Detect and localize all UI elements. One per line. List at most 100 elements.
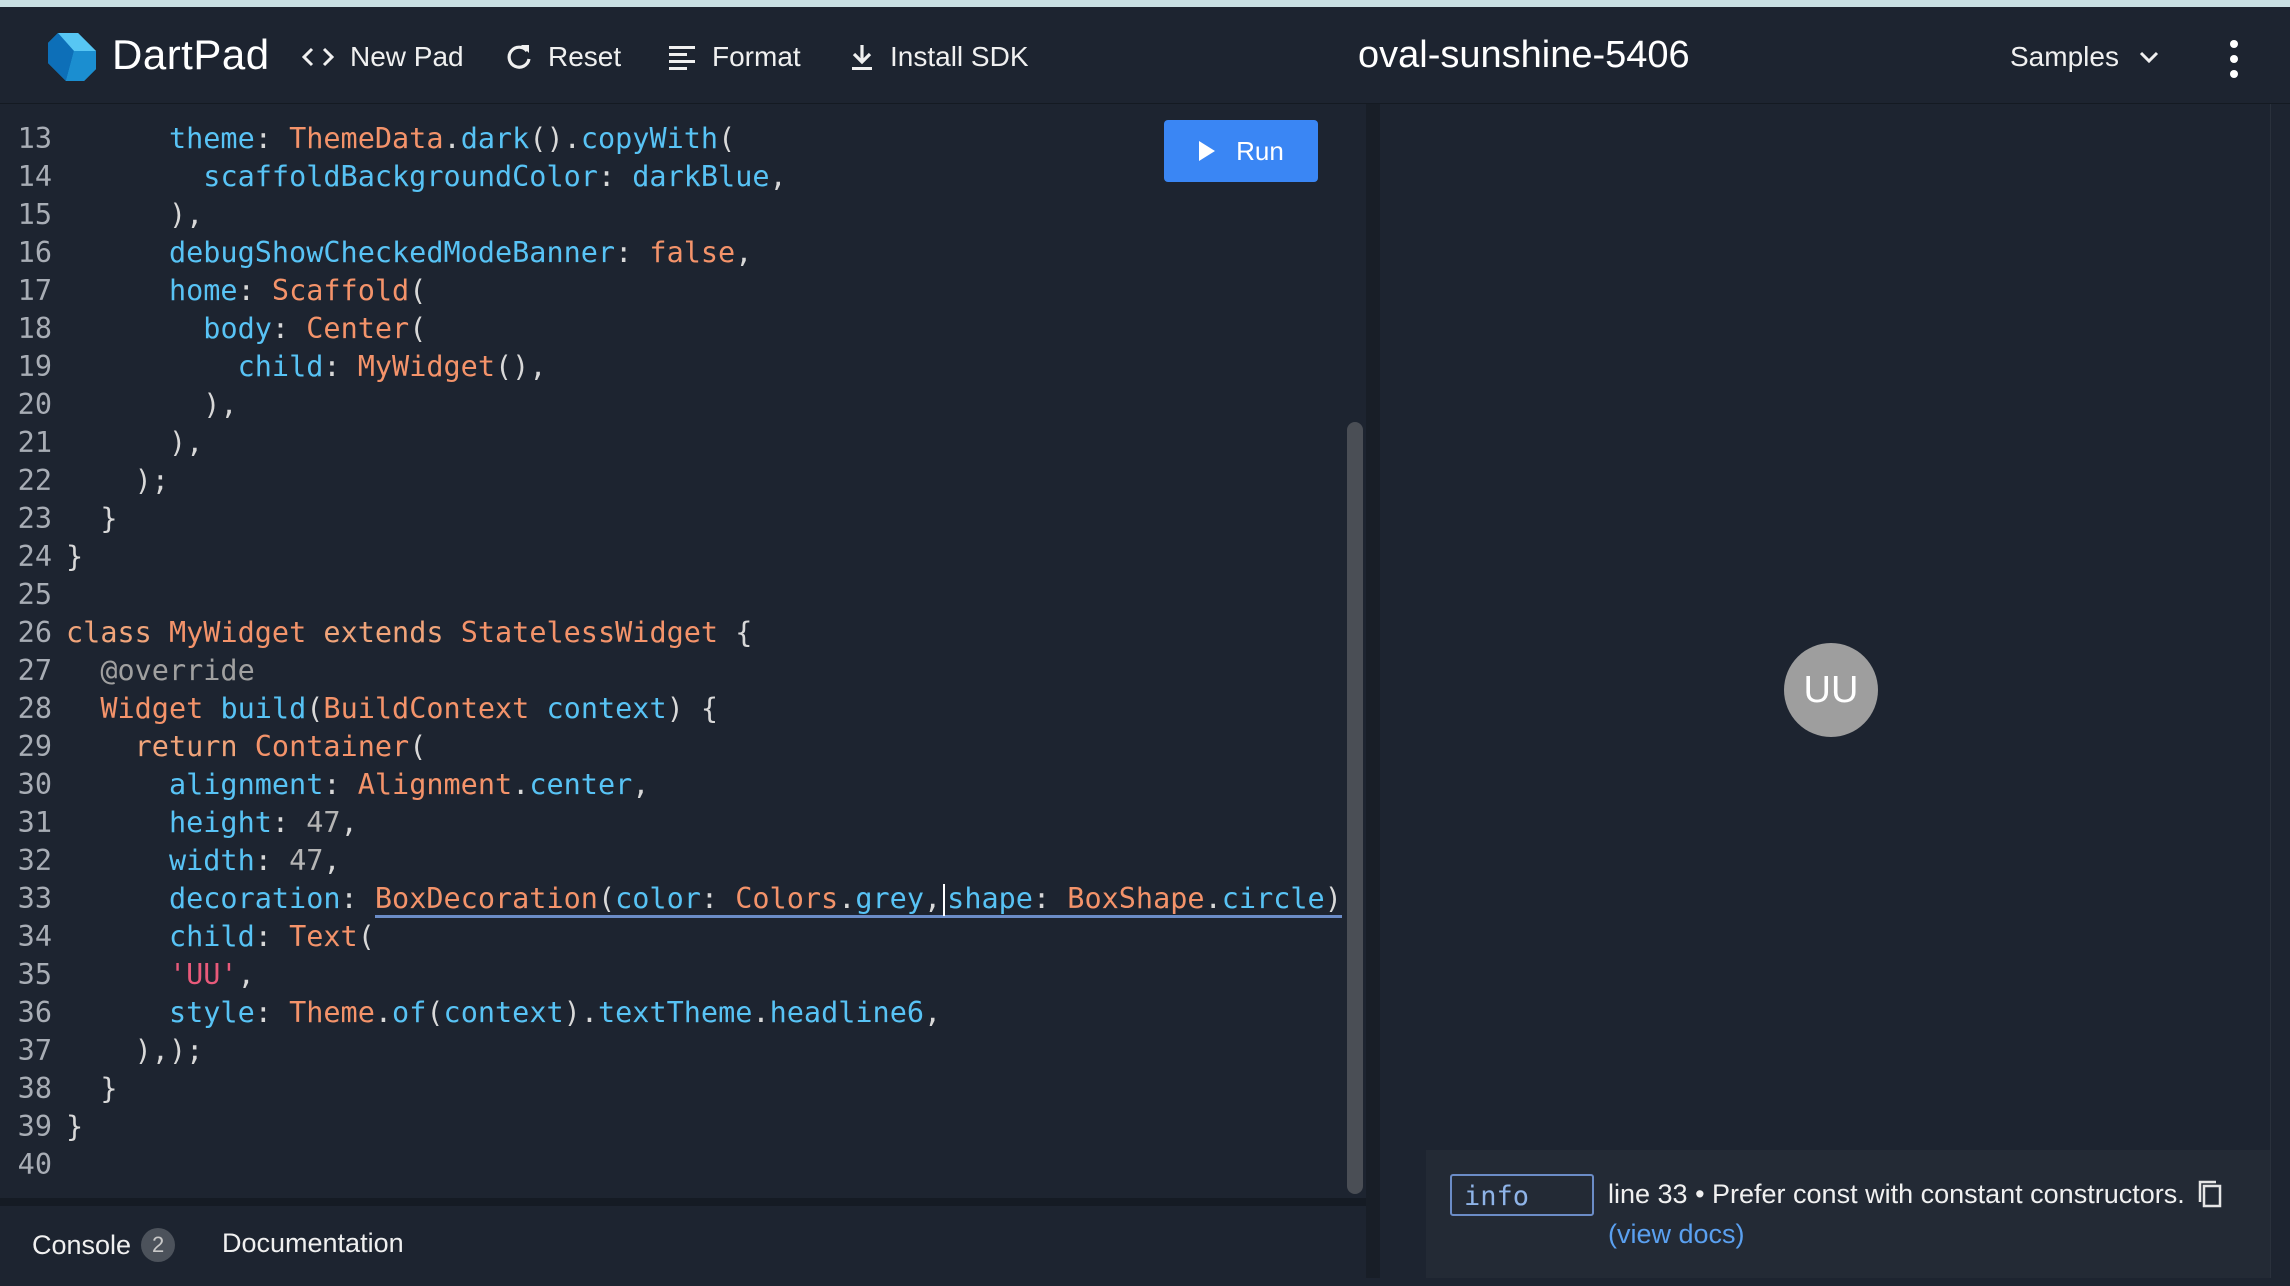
code-line: 25	[0, 576, 1359, 614]
line-number: 23	[17, 502, 52, 535]
line-number: 26	[17, 616, 52, 649]
new-pad-label: New Pad	[350, 41, 464, 72]
line-number: 13	[17, 122, 52, 155]
code-line: 30 alignment: Alignment.center,	[0, 766, 1359, 804]
code-line: 29 return Container(	[0, 728, 1359, 766]
line-number: 22	[17, 464, 52, 497]
split-divider[interactable]	[1366, 104, 1380, 1278]
uu-circle-avatar: UU	[1784, 643, 1878, 737]
refresh-icon	[507, 45, 531, 69]
line-number: 19	[17, 350, 52, 383]
download-icon	[852, 45, 872, 70]
view-docs-link[interactable]: (view docs)	[1608, 1219, 1745, 1249]
code-line: 33 decoration: BoxDecoration(color: Colo…	[0, 880, 1359, 918]
line-number: 38	[17, 1072, 52, 1105]
format-lines-icon	[669, 46, 695, 70]
line-number: 29	[17, 730, 52, 763]
line-number: 27	[17, 654, 52, 687]
line-number: 36	[17, 996, 52, 1029]
format-label: Format	[712, 41, 801, 72]
header: DartPad New Pad Reset Format Install SDK	[0, 7, 2290, 104]
issue-message: line 33 • Prefer const with constant con…	[1608, 1174, 2188, 1254]
code-line: 32 width: 47,	[0, 842, 1359, 880]
line-number: 28	[17, 692, 52, 725]
window-top-border	[0, 0, 2290, 7]
code-line: 31 height: 47,	[0, 804, 1359, 842]
documentation-label: Documentation	[222, 1228, 404, 1258]
code-line: 38 }	[0, 1070, 1359, 1108]
samples-label: Samples	[2010, 41, 2119, 72]
tab-console[interactable]: Console 2	[32, 1228, 176, 1262]
code-line: 28 Widget build(BuildContext context) {	[0, 690, 1359, 728]
line-number: 14	[17, 160, 52, 193]
bottom-tab-bar: Console 2 Documentation	[0, 1198, 1366, 1286]
code-line: 14 scaffoldBackgroundColor: darkBlue,	[0, 158, 1359, 196]
line-number: 33	[17, 882, 52, 915]
code-brackets-icon	[302, 47, 334, 67]
issue-level-tag: info	[1450, 1174, 1594, 1216]
editor-scrollbar[interactable]	[1347, 422, 1363, 1194]
code-line: 40	[0, 1146, 1359, 1184]
code-line: 34 child: Text(	[0, 918, 1359, 956]
line-number: 31	[17, 806, 52, 839]
code-lines: 13 theme: ThemeData.dark().copyWith( 14 …	[0, 120, 1359, 1184]
line-number: 32	[17, 844, 52, 877]
line-number: 21	[17, 426, 52, 459]
console-label: Console	[32, 1229, 132, 1260]
text-cursor	[943, 884, 946, 916]
line-number: 30	[17, 768, 52, 801]
code-line: 22 );	[0, 462, 1359, 500]
line-number: 16	[17, 236, 52, 269]
line-number: 37	[17, 1034, 52, 1067]
code-line: 35 'UU',	[0, 956, 1359, 994]
code-line: 21 ),	[0, 424, 1359, 462]
play-icon	[1199, 141, 1216, 161]
reset-button[interactable]: Reset	[506, 37, 621, 77]
brand-name: DartPad	[112, 31, 270, 78]
code-line: 24}	[0, 538, 1359, 576]
line-number: 24	[17, 540, 52, 573]
reset-label: Reset	[548, 41, 622, 72]
run-button[interactable]: Run	[1164, 120, 1318, 182]
code-line: 19 child: MyWidget(),	[0, 348, 1359, 386]
line-number: 25	[17, 578, 52, 611]
more-vert-icon[interactable]	[2220, 37, 2248, 81]
line-number: 39	[17, 1110, 52, 1143]
line-number: 18	[17, 312, 52, 345]
new-pad-button[interactable]: New Pad	[302, 37, 464, 77]
code-line: 27 @override	[0, 652, 1359, 690]
code-line: 16 debugShowCheckedModeBanner: false,	[0, 234, 1359, 272]
code-line: 39}	[0, 1108, 1359, 1146]
line-number: 34	[17, 920, 52, 953]
line-number: 35	[17, 958, 52, 991]
tab-documentation[interactable]: Documentation	[222, 1228, 404, 1259]
chevron-down-icon	[2139, 51, 2158, 64]
code-line: 26 class MyWidget extends StatelessWidget…	[0, 614, 1359, 652]
code-editor[interactable]: 13 theme: ThemeData.dark().copyWith( 14 …	[0, 104, 1366, 1194]
format-button[interactable]: Format	[668, 37, 801, 77]
install-sdk-button[interactable]: Install SDK	[850, 37, 1029, 77]
line-number: 17	[17, 274, 52, 307]
code-line: 13 theme: ThemeData.dark().copyWith(	[0, 120, 1359, 158]
console-count-badge: 2	[141, 1228, 176, 1262]
right-edge-panel	[2270, 104, 2290, 1278]
samples-dropdown[interactable]: Samples	[2010, 37, 2159, 77]
line-number: 40	[17, 1148, 52, 1181]
dart-logo-icon	[48, 33, 96, 81]
line-number: 20	[17, 388, 52, 421]
copy-icon[interactable]	[2196, 1178, 2224, 1210]
pad-title: oval-sunshine-5406	[1358, 34, 1690, 76]
issue-message-text: line 33 • Prefer const with constant con…	[1608, 1179, 2185, 1209]
code-line: 20 ),	[0, 386, 1359, 424]
code-line: 15 ),	[0, 196, 1359, 234]
code-line: 36 style: Theme.of(context).textTheme.he…	[0, 994, 1359, 1032]
run-label: Run	[1236, 135, 1284, 166]
install-sdk-label: Install SDK	[890, 41, 1029, 72]
lint-underline: BoxDecoration(color: Colors.grey, shape: …	[374, 882, 1342, 918]
code-line: 18 body: Center(	[0, 310, 1359, 348]
code-line: 17 home: Scaffold(	[0, 272, 1359, 310]
code-line: 23 }	[0, 500, 1359, 538]
line-number: 15	[17, 198, 52, 231]
code-line: 37 ),);	[0, 1032, 1359, 1070]
issue-panel: info line 33 • Prefer const with constan…	[1426, 1150, 2270, 1278]
